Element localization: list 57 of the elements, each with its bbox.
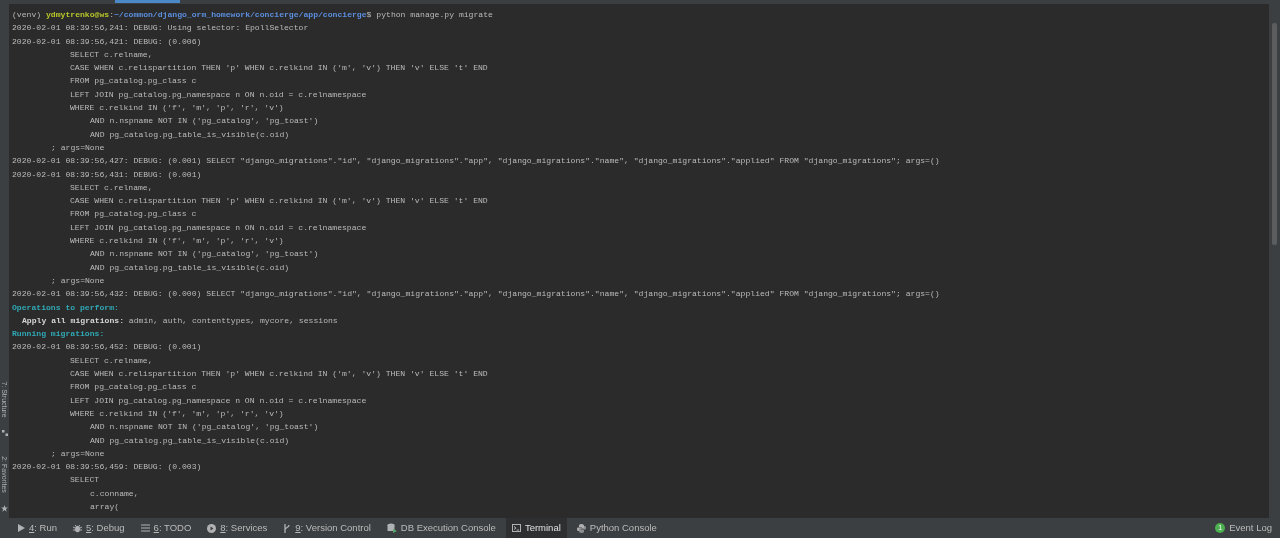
sql-line: LEFT JOIN pg_catalog.pg_namespace n ON n.oid = c.relnamespace	[70, 221, 367, 234]
sql-line: WHERE c.relkind IN ('f', 'm', 'p', 'r', 'v')	[70, 102, 284, 115]
scrollbar-thumb[interactable]	[1272, 23, 1277, 245]
log-line: 2020-02-01 08:39:56,431: DEBUG: (0.001)	[12, 168, 202, 181]
sql-line: AND pg_catalog.pg_table_is_visible(c.oid)	[90, 261, 290, 274]
output-heading: Running migrations:	[12, 328, 105, 341]
sql-line: AND pg_catalog.pg_table_is_visible(c.oid)	[90, 128, 290, 141]
sql-line: FROM pg_catalog.pg_class c	[70, 381, 197, 394]
services-icon	[207, 523, 217, 533]
sql-line: AND n.nspname NOT IN ('pg_catalog', 'pg_toast')	[90, 115, 319, 128]
branch-icon	[283, 523, 292, 533]
sql-line: AND n.nspname NOT IN ('pg_catalog', 'pg_toast')	[90, 421, 319, 434]
tool-window-tab[interactable]: 8: Services	[201, 518, 274, 538]
sql-line: array(	[90, 501, 120, 513]
sql-line: c.conname,	[90, 487, 139, 500]
play-icon	[18, 524, 25, 532]
sql-line: SELECT	[70, 474, 100, 487]
log-line: 2020-02-01 08:39:56,427: DEBUG: (0.001) SELECT "django_migrations"."id", "django_migrations"."app", "django_migrations"."name", "django_migrations"."applied" FROM "django_migrations"; args=()	[12, 155, 940, 168]
sql-line: SELECT c.relname,	[70, 181, 153, 194]
log-line: 2020-02-01 08:39:56,452: DEBUG: (0.001)	[12, 341, 202, 354]
args-line: ; args=None	[51, 447, 105, 460]
sql-line: FROM pg_catalog.pg_class c	[70, 208, 197, 221]
sql-line: CASE WHEN c.relispartition THEN 'p' WHEN c.relkind IN ('m', 'v') THEN 'v' ELSE 't' END	[70, 195, 488, 208]
sql-line: CASE WHEN c.relispartition THEN 'p' WHEN c.relkind IN ('m', 'v') THEN 'v' ELSE 't' END	[70, 368, 488, 380]
structure-icon	[1, 430, 8, 436]
sql-line: LEFT JOIN pg_catalog.pg_namespace n ON n.oid = c.relnamespace	[70, 88, 367, 101]
python-icon	[576, 523, 586, 533]
tool-window-tab[interactable]: 9: Version Control	[277, 518, 377, 538]
tool-window-tab[interactable]: Terminal	[505, 518, 567, 538]
sql-line: SELECT c.relname,	[70, 48, 153, 61]
tool-window-tab[interactable]: DB Execution Console	[380, 518, 502, 538]
tool-window-tab[interactable]: 4: Run	[12, 518, 63, 538]
sql-line: WHERE c.relkind IN ('f', 'm', 'p', 'r', 'v')	[70, 235, 284, 248]
log-line: 2020-02-01 08:39:56,241: DEBUG: Using selector: EpollSelector	[12, 22, 309, 35]
bug-icon	[73, 523, 82, 533]
sql-line: AND pg_catalog.pg_table_is_visible(c.oid)	[90, 434, 290, 447]
log-line: 2020-02-01 08:39:56,421: DEBUG: (0.006)	[12, 35, 202, 48]
output-heading: Operations to perform:	[12, 301, 119, 314]
args-line: ; args=None	[51, 141, 105, 154]
args-line: ; args=None	[51, 274, 105, 287]
log-line: 2020-02-01 08:39:56,432: DEBUG: (0.000) SELECT "django_migrations"."id", "django_migrations"."app", "django_migrations"."name", "django_migrations"."applied" FROM "django_migrations"; args=()	[12, 288, 940, 301]
terminal-prompt-line: (venv) ydmytrenko@ws:~/common/django_orm_homework/concierge/app/concierge$ python manage.py migrate	[12, 9, 493, 21]
tool-window-tab[interactable]: Python Console	[570, 518, 663, 538]
terminal-icon	[511, 524, 521, 532]
sql-line: AND n.nspname NOT IN ('pg_catalog', 'pg_toast')	[90, 248, 319, 261]
sql-line: SELECT c.relname,	[70, 354, 153, 367]
sql-line: WHERE c.relkind IN ('f', 'm', 'p', 'r', 'v')	[70, 407, 284, 420]
sql-line: FROM pg_catalog.pg_class c	[70, 75, 197, 88]
tool-window-tab[interactable]: 5: Debug	[67, 518, 131, 538]
database-icon	[386, 523, 397, 533]
sql-line: CASE WHEN c.relispartition THEN 'p' WHEN c.relkind IN ('m', 'v') THEN 'v' ELSE 't' END	[70, 62, 488, 75]
list-icon	[140, 524, 150, 532]
star-icon	[1, 505, 8, 512]
sql-line: LEFT JOIN pg_catalog.pg_namespace n ON n.oid = c.relnamespace	[70, 394, 367, 407]
log-line: 2020-02-01 08:39:56,459: DEBUG: (0.003)	[12, 461, 202, 474]
tool-window-tab[interactable]: 6: TODO	[134, 518, 198, 538]
output-detail-line: Apply all migrations: admin, auth, contenttypes, mycore, sessions	[22, 314, 338, 327]
